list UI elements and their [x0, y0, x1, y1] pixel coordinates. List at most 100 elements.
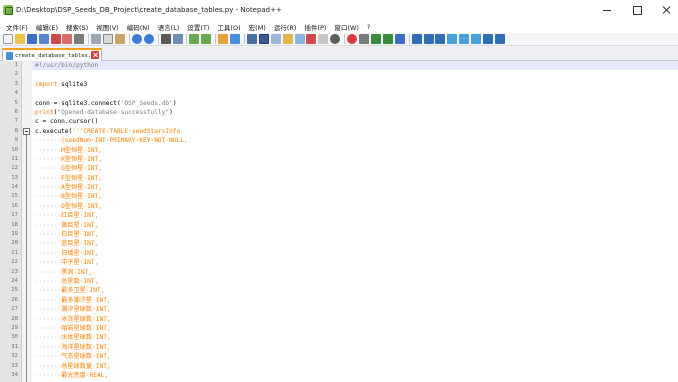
close-all-icon[interactable]	[62, 34, 73, 44]
code-token: ·······	[35, 324, 62, 332]
function-list-icon[interactable]	[306, 34, 317, 44]
plugin-icon-3[interactable]	[435, 34, 446, 44]
code-text: ·······总星数·INT,	[35, 277, 98, 286]
code-token: ·······	[35, 353, 62, 361]
code-text: ·······水体星球数·INT,	[35, 333, 111, 342]
paste-icon[interactable]	[115, 34, 126, 44]
open-file-icon[interactable]	[14, 34, 25, 44]
file-icon	[6, 51, 13, 60]
replace-icon[interactable]	[172, 34, 183, 44]
code-token: 最多卫星·INT,	[61, 287, 105, 295]
code-token: 白巨星·INT,	[61, 231, 99, 239]
line-number: 33	[11, 362, 18, 369]
save-icon[interactable]	[26, 34, 37, 44]
menu-macro[interactable]: 宏(M)	[245, 22, 270, 32]
code-text: ·······气态星球数·INT,	[35, 352, 111, 361]
plugin-icon-8[interactable]	[494, 34, 505, 44]
code-line: 19 ·······白巨星·INT,	[0, 230, 678, 239]
save-all-icon[interactable]	[38, 34, 49, 44]
line-number: 19	[11, 231, 18, 238]
undo-icon[interactable]	[131, 34, 142, 44]
monitoring-icon[interactable]	[330, 34, 341, 44]
menu-file[interactable]: 文件(F)	[2, 22, 32, 32]
indent-guide-icon[interactable]	[270, 34, 281, 44]
close-file-icon[interactable]	[50, 34, 61, 44]
code-token: ·······	[35, 184, 62, 192]
line-number: 16	[11, 202, 18, 209]
new-file-icon[interactable]	[3, 34, 13, 44]
plugin-icon-6[interactable]	[471, 34, 482, 44]
save-macro-icon[interactable]	[394, 34, 405, 44]
code-token: 白矮星·INT,	[61, 249, 99, 257]
code-text: ·······O型恒星·INT,	[35, 202, 102, 211]
code-text: ·······黑洞·INT,	[35, 268, 92, 277]
zoom-in-icon[interactable]	[189, 34, 200, 44]
toolbar-separator	[215, 34, 217, 44]
toolbar-separator	[344, 34, 346, 44]
plugin-icon-2[interactable]	[423, 34, 434, 44]
plugin-icon-1[interactable]	[411, 34, 422, 44]
find-icon[interactable]	[160, 34, 171, 44]
code-token: ·······	[35, 202, 62, 210]
code-line: 16 ·······O型恒星·INT,	[0, 202, 678, 211]
menu-view[interactable]: 视图(V)	[92, 22, 123, 32]
code-token: ·······	[35, 137, 62, 145]
stop-record-icon[interactable]	[359, 34, 370, 44]
show-all-chars-icon[interactable]	[258, 34, 269, 44]
code-text: ·······G型恒星·INT,	[35, 164, 102, 173]
line-number: 12	[11, 165, 18, 172]
code-text: #!/usr/bin/python	[35, 61, 98, 70]
code-editor[interactable]: 1 #!/usr/bin/python 2 3 import·sqlite3 4 5 conn…	[0, 61, 678, 382]
close-window-button[interactable]	[660, 3, 674, 17]
code-line: 9 ·······(seedNum·INT·PRIMARY·KEY·NOT·NUL…	[0, 136, 678, 145]
zoom-out-icon[interactable]	[201, 34, 212, 44]
sync-vertical-icon[interactable]	[218, 34, 229, 44]
toolbar-separator	[157, 34, 159, 44]
menu-tools[interactable]: 工具(O)	[213, 22, 244, 32]
record-macro-icon[interactable]	[347, 34, 358, 44]
menu-encoding[interactable]: 编码(N)	[123, 22, 154, 32]
menu-help[interactable]: ?	[363, 23, 374, 31]
code-line: 26 ·······最多潮汐星·INT,	[0, 296, 678, 305]
menu-plugins[interactable]: 插件(P)	[300, 22, 330, 32]
menu-language[interactable]: 语言(L)	[154, 22, 184, 32]
udl-icon[interactable]	[282, 34, 293, 44]
code-text: ·······白矮星·INT,	[35, 249, 98, 258]
line-number: 30	[11, 334, 18, 341]
run-macro-multiple-icon[interactable]	[382, 34, 393, 44]
word-wrap-icon[interactable]	[247, 34, 258, 44]
sync-horizontal-icon[interactable]	[230, 34, 241, 44]
print-icon[interactable]	[74, 34, 85, 44]
doc-map-icon[interactable]	[294, 34, 305, 44]
plugin-icon-7[interactable]	[482, 34, 493, 44]
code-token: ·······	[35, 165, 62, 173]
code-text: c.execute('''CREATE·TABLE·seedStarsInfo	[35, 127, 180, 136]
plugin-icon-4[interactable]	[447, 34, 458, 44]
code-token: 最光亮度·REAL,	[61, 371, 109, 379]
minimize-button[interactable]	[600, 3, 614, 17]
redo-icon[interactable]	[143, 34, 154, 44]
play-macro-icon[interactable]	[370, 34, 381, 44]
menu-search[interactable]: 搜索(S)	[62, 22, 92, 32]
menu-run[interactable]: 运行(R)	[270, 22, 301, 32]
menu-settings[interactable]: 设置(T)	[183, 22, 213, 32]
code-line: 18 ·······黄巨星·INT,	[0, 221, 678, 230]
tab-create-database-tables[interactable]: create_database_tables.py	[2, 48, 102, 61]
menu-window[interactable]: 窗口(W)	[330, 22, 363, 32]
code-text: ·······中子星·INT,	[35, 258, 98, 267]
menu-edit[interactable]: 编辑(E)	[32, 22, 62, 32]
code-line: 14 ·······A型恒星·INT,	[0, 183, 678, 192]
code-text: ·······潮汐星球数·INT,	[35, 305, 111, 314]
cut-icon[interactable]	[91, 34, 102, 44]
code-token: 海洋星球数·INT,	[61, 343, 111, 351]
toolbar-separator	[128, 34, 130, 44]
plugin-icon-5[interactable]	[459, 34, 470, 44]
folder-workspace-icon[interactable]	[318, 34, 329, 44]
code-line: 24 ·······总星数·INT,	[0, 277, 678, 286]
maximize-button[interactable]	[630, 3, 644, 17]
copy-icon[interactable]	[103, 34, 114, 44]
title-bar: D:\Desktop\DSP_Seeds_DB_Project\create_d…	[0, 0, 678, 20]
code-token: 黑洞·INT,	[61, 268, 93, 276]
code-token: 熔岩星球数·INT,	[61, 324, 111, 332]
close-tab-icon[interactable]	[91, 51, 99, 59]
